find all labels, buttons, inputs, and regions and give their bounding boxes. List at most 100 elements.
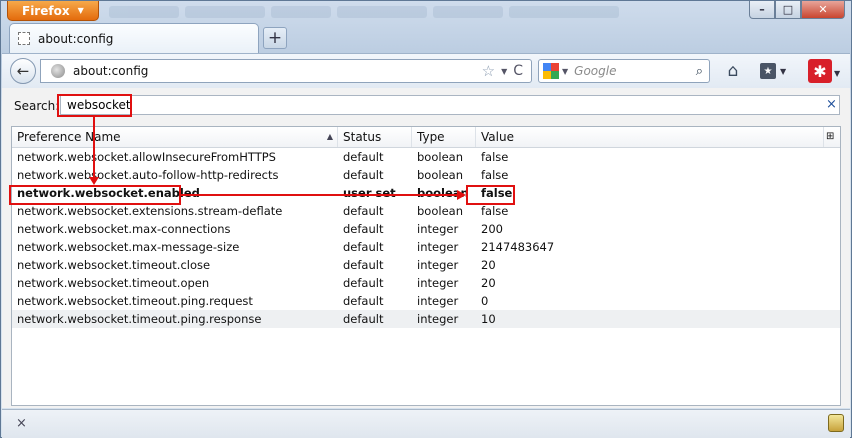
pref-status-cell: default — [343, 240, 384, 254]
pref-value-cell: 2147483647 — [481, 240, 555, 254]
pref-name-cell: network.websocket.extensions.stream-defl… — [17, 204, 283, 218]
back-button[interactable]: ← — [10, 58, 36, 84]
chevron-down-icon: ▼ — [77, 6, 84, 15]
pref-type-cell: boolean — [417, 168, 463, 182]
sort-ascending-icon: ▲ — [326, 132, 333, 141]
table-row[interactable]: network.websocket.timeout.ping.response d… — [12, 310, 840, 328]
new-tab-button[interactable]: + — [263, 27, 287, 49]
bookmarks-button[interactable]: ★ ▼ — [760, 61, 794, 81]
pref-status-cell: default — [343, 168, 384, 182]
table-header: Preference Name ▲ Status Type Value ⊞ — [12, 127, 840, 148]
table-row[interactable]: network.websocket.max-connections default… — [12, 220, 840, 238]
back-arrow-icon: ← — [16, 62, 30, 80]
table-row[interactable]: network.websocket.auto-follow-http-redir… — [12, 166, 840, 184]
bookmark-star-icon[interactable]: ☆ — [482, 62, 495, 80]
pref-status-cell: default — [343, 150, 384, 164]
pref-type-cell: boolean — [417, 204, 463, 218]
pref-name-cell: network.websocket.max-connections — [17, 222, 231, 236]
search-bar[interactable]: ▼ Google ⌕ — [538, 59, 710, 83]
clear-filter-icon[interactable]: × — [826, 97, 837, 112]
pref-name-cell: network.websocket.timeout.ping.response — [17, 312, 262, 326]
page-icon — [18, 32, 30, 45]
pref-type-cell: integer — [417, 240, 459, 254]
addon-bar-icon[interactable] — [828, 414, 844, 432]
pref-value-cell: false — [481, 204, 509, 218]
tab-about-config[interactable]: about:config — [9, 23, 259, 53]
pref-type-cell: integer — [417, 294, 459, 308]
pref-value-cell: 0 — [481, 294, 489, 308]
firefox-menu-button[interactable]: Firefox ▼ — [7, 1, 99, 21]
pref-type-cell: integer — [417, 312, 459, 326]
annotation-arrowhead — [89, 177, 99, 185]
pref-status-cell: default — [343, 312, 384, 326]
column-header-value[interactable]: Value — [476, 127, 824, 147]
pref-type-cell: boolean — [417, 186, 469, 200]
engine-dropdown-icon[interactable]: ▼ — [562, 67, 568, 76]
pref-name-cell: network.websocket.timeout.ping.request — [17, 294, 253, 308]
column-picker-icon[interactable]: ⊞ — [824, 127, 840, 147]
pref-status-cell: default — [343, 294, 384, 308]
maximize-button[interactable]: □ — [775, 1, 801, 19]
table-row[interactable]: network.websocket.timeout.close default in… — [12, 256, 840, 274]
column-header-type[interactable]: Type — [412, 127, 476, 147]
pref-status-cell: default — [343, 204, 384, 218]
table-row[interactable]: network.websocket.timeout.open default int… — [12, 274, 840, 292]
home-icon[interactable]: ⌂ — [722, 60, 744, 82]
firefox-menu-label: Firefox — [22, 3, 70, 18]
url-bar[interactable]: about:config ☆ ▼ C — [40, 59, 532, 83]
pref-name-cell: network.websocket.timeout.close — [17, 258, 211, 272]
annotation-arrowhead — [457, 190, 466, 200]
column-label: Preference Name — [17, 130, 121, 144]
table-row[interactable]: network.websocket.allowInsecureFromHTTPS… — [12, 148, 840, 166]
chevron-down-icon[interactable]: ▼ — [834, 69, 840, 78]
pref-name-cell: network.websocket.auto-follow-http-redir… — [17, 168, 279, 182]
chevron-down-icon: ▼ — [780, 66, 787, 76]
column-header-status[interactable]: Status — [338, 127, 412, 147]
pref-value-cell: false — [481, 168, 509, 182]
pref-name-cell: network.websocket.enabled — [17, 186, 200, 200]
window-controls: – □ ✕ — [749, 1, 845, 19]
addon-icon[interactable]: ✱ — [808, 59, 832, 83]
search-icon[interactable]: ⌕ — [696, 64, 703, 79]
background-window-tabs — [109, 4, 709, 20]
pref-value-cell: false — [481, 186, 513, 200]
table-row[interactable]: network.websocket.timeout.ping.request de… — [12, 292, 840, 310]
pref-name-cell: network.websocket.max-message-size — [17, 240, 240, 254]
pref-type-cell: integer — [417, 222, 459, 236]
annotation-arrow-down — [93, 117, 95, 179]
annotation-arrow-right — [181, 194, 459, 196]
navigation-toolbar: ← about:config ☆ ▼ C ▼ Google ⌕ ⌂ ★ ▼ ✱ … — [2, 53, 850, 89]
table-row[interactable]: network.websocket.enabled user set boolean… — [12, 184, 840, 202]
pref-name-cell: network.websocket.timeout.open — [17, 276, 210, 290]
pref-status-cell: default — [343, 222, 384, 236]
history-dropdown-icon[interactable]: ▼ — [501, 67, 507, 76]
pref-type-cell: integer — [417, 258, 459, 272]
reload-icon[interactable]: C — [513, 63, 523, 79]
url-text: about:config — [73, 64, 149, 78]
pref-status-cell: user set — [343, 186, 396, 200]
tab-title: about:config — [38, 31, 114, 46]
table-body: network.websocket.allowInsecureFromHTTPS… — [12, 148, 840, 328]
pref-value-cell: 20 — [481, 258, 496, 272]
close-icon[interactable]: × — [16, 416, 27, 431]
pref-status-cell: default — [343, 276, 384, 290]
pref-type-cell: integer — [417, 276, 459, 290]
status-bar: × — [2, 409, 850, 438]
pref-type-cell: boolean — [417, 150, 463, 164]
bookmarks-icon: ★ — [760, 63, 776, 79]
globe-icon — [51, 64, 65, 78]
close-window-button[interactable]: ✕ — [801, 1, 845, 19]
search-placeholder: Google — [574, 64, 617, 78]
filter-input[interactable] — [60, 95, 840, 115]
table-row[interactable]: network.websocket.extensions.stream-defl… — [12, 202, 840, 220]
table-row[interactable]: network.websocket.max-message-size defaul… — [12, 238, 840, 256]
preferences-table: Preference Name ▲ Status Type Value ⊞ ne… — [11, 126, 841, 406]
pref-value-cell: false — [481, 150, 509, 164]
pref-value-cell: 10 — [481, 312, 496, 326]
column-header-name[interactable]: Preference Name ▲ — [12, 127, 338, 147]
pref-value-cell: 200 — [481, 222, 503, 236]
about-config-page: Search: × Preference Name ▲ Status Type … — [2, 88, 850, 408]
pref-status-cell: default — [343, 258, 384, 272]
minimize-button[interactable]: – — [749, 1, 775, 19]
pref-name-cell: network.websocket.allowInsecureFromHTTPS — [17, 150, 276, 164]
